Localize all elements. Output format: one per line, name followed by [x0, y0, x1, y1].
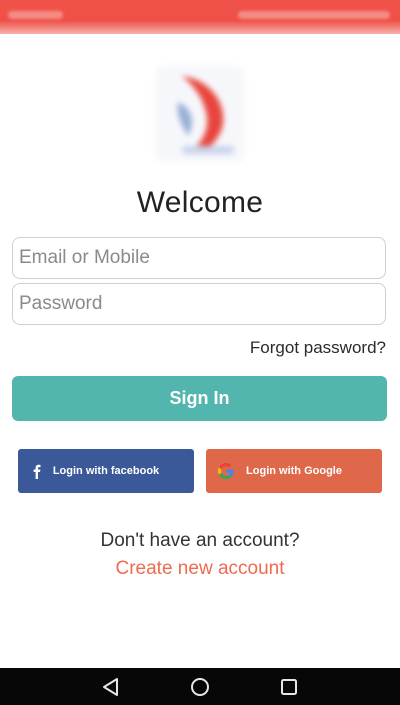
- facebook-icon: [33, 464, 41, 479]
- sign-in-button[interactable]: Sign In: [12, 376, 387, 421]
- email-field[interactable]: [12, 237, 386, 279]
- welcome-title: Welcome: [136, 186, 264, 219]
- forgot-password-link[interactable]: Forgot password?: [250, 338, 386, 358]
- app-logo: [156, 66, 244, 162]
- google-login-label: Login with Google: [246, 465, 342, 477]
- password-field[interactable]: [12, 283, 386, 325]
- status-left-icons: [8, 11, 63, 19]
- google-icon: [218, 463, 234, 479]
- facebook-login-button[interactable]: Login with facebook: [18, 449, 194, 493]
- status-bar: [0, 0, 400, 34]
- status-right-icons: [238, 11, 390, 19]
- navigation-bar: [0, 668, 400, 705]
- create-account-link[interactable]: Create new account: [0, 558, 400, 580]
- recents-icon[interactable]: [279, 677, 299, 697]
- google-login-button[interactable]: Login with Google: [206, 449, 382, 493]
- back-icon[interactable]: [101, 677, 121, 697]
- home-icon[interactable]: [190, 677, 210, 697]
- facebook-login-label: Login with facebook: [52, 465, 160, 477]
- no-account-text: Don't have an account?: [100, 530, 300, 551]
